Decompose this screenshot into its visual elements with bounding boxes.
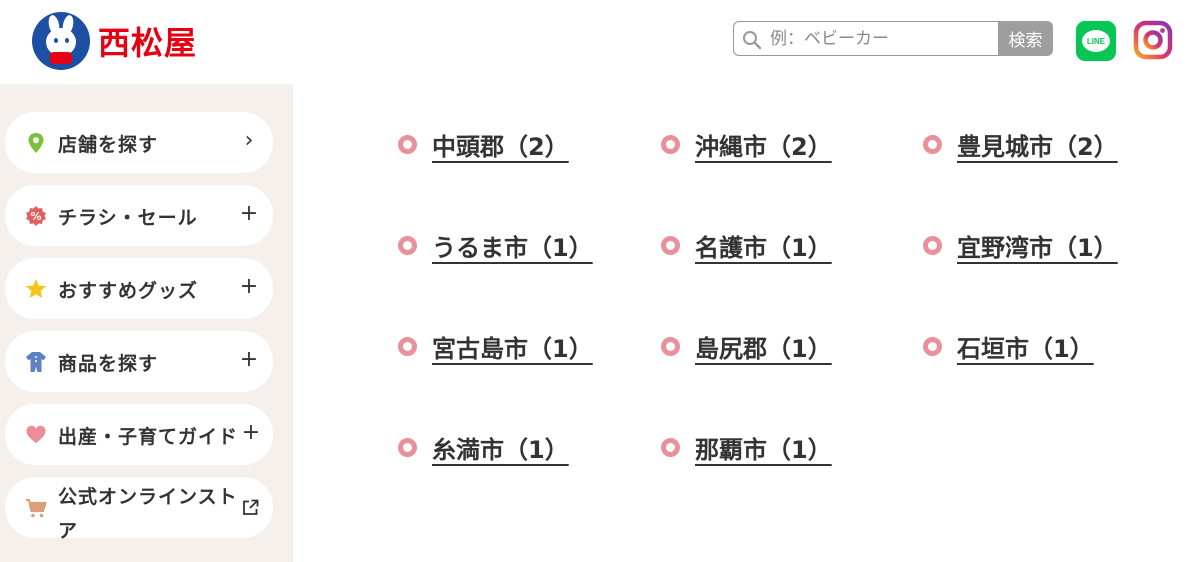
search-button[interactable]: 検索 [998,21,1053,56]
circle-marker-icon [398,134,417,154]
city-link-ishigaki[interactable]: 石垣市（1） [923,326,1094,366]
city-link-label: 中頭郡（2） [432,132,569,161]
chevron-right-icon: › [244,128,254,153]
circle-marker-icon [661,437,680,457]
line-link[interactable]: LINE [1076,21,1116,61]
plus-icon: + [239,201,259,226]
circle-marker-icon [661,336,680,356]
sidebar-item-parenting-guide[interactable]: 出産・子育てガイド + [5,404,273,465]
plus-icon: + [239,274,259,299]
line-icon: LINE [1082,30,1110,52]
city-link-label: 那覇市（1） [695,435,832,464]
city-link-label: 名護市（1） [695,233,832,262]
circle-marker-icon [661,235,680,255]
search-form: 検索 [733,21,1053,56]
city-link-shimajiri[interactable]: 島尻郡（1） [661,326,832,366]
external-link-icon [243,499,259,515]
plus-icon: + [239,347,259,372]
city-link-nago[interactable]: 名護市（1） [661,225,832,265]
city-link-label: うるま市（1） [432,233,593,262]
sidebar-item-label: おすすめグッズ [58,280,199,302]
city-link-nakagami[interactable]: 中頭郡（2） [398,124,569,164]
city-link-label: 宜野湾市（1） [957,233,1118,262]
search-input[interactable] [734,22,998,55]
circle-marker-icon [923,336,942,356]
sidebar-nav: 店舗を探す › % チラシ・セール + おすすめグッズ + 商品を探す + 出産… [0,84,293,562]
sidebar-item-label: 商品を探す [58,353,159,375]
star-icon [26,279,46,298]
city-link-tomigusuku[interactable]: 豊見城市（2） [923,124,1118,164]
city-link-label: 豊見城市（2） [957,132,1118,161]
city-link-uruma[interactable]: うるま市（1） [398,225,593,265]
search-icon [743,31,762,50]
city-link-ginowan[interactable]: 宜野湾市（1） [923,225,1118,265]
site-header: 西松屋 検索 LINE [0,0,1200,84]
circle-marker-icon [923,235,942,255]
circle-marker-icon [661,134,680,154]
sidebar-item-flyers-sale[interactable]: % チラシ・セール + [5,185,273,246]
plus-icon: + [241,420,261,445]
baby-clothes-icon [26,352,46,372]
circle-marker-icon [398,235,417,255]
city-link-itoman[interactable]: 糸満市（1） [398,427,569,467]
city-link-naha[interactable]: 那覇市（1） [661,427,832,467]
location-pin-icon [28,133,44,153]
sidebar-item-online-store[interactable]: 公式オンラインストア [5,477,273,542]
city-link-okinawa[interactable]: 沖縄市（2） [661,124,832,164]
city-link-miyakojima[interactable]: 宮古島市（1） [398,326,593,366]
circle-marker-icon [923,134,942,154]
heart-icon [26,425,46,443]
sidebar-item-label: 出産・子育てガイド [58,426,239,448]
sidebar-item-label: 店舗を探す [58,134,159,156]
search-box [733,21,998,56]
circle-marker-icon [398,437,417,457]
cart-icon [26,498,47,518]
circle-marker-icon [398,336,417,356]
city-link-label: 沖縄市（2） [695,132,832,161]
sidebar-item-recommended[interactable]: おすすめグッズ + [5,258,273,319]
city-link-label: 島尻郡（1） [695,334,832,363]
sidebar-item-label: 公式オンラインストア [58,486,238,542]
city-link-label: 糸満市（1） [432,435,569,464]
city-link-label: 石垣市（1） [957,334,1094,363]
sidebar-item-label: チラシ・セール [58,207,198,229]
site-logo[interactable]: 西松屋 [32,12,197,70]
percent-badge-icon: % [26,206,46,226]
mascot-logo-icon [32,12,90,70]
sidebar-item-find-store[interactable]: 店舗を探す › [5,112,273,173]
instagram-icon[interactable] [1133,20,1173,60]
sidebar-item-find-products[interactable]: 商品を探す + [5,331,273,392]
svg-text:%: % [30,210,41,223]
logo-text: 西松屋 [98,24,198,62]
city-link-label: 宮古島市（1） [432,334,593,363]
